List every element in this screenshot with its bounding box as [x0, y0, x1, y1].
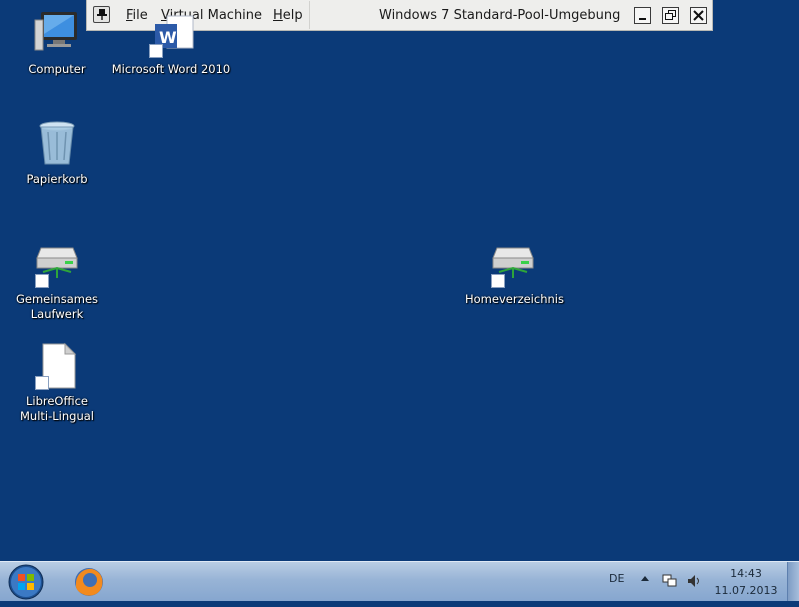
close-icon [693, 10, 704, 21]
desktop-icon-homeverzeichnis[interactable]: Homeverzeichnis [465, 240, 564, 307]
shortcut-arrow-icon [35, 376, 49, 390]
menu-help-label: elp [282, 8, 303, 23]
shortcut-arrow-icon [35, 274, 49, 288]
menu-help[interactable]: Help [273, 8, 303, 23]
start-button[interactable] [6, 563, 46, 603]
desktop-icon-computer[interactable]: Computer [9, 10, 105, 77]
desktop-icon-microsoft-word[interactable]: W Microsoft Word 2010 [112, 10, 230, 77]
desktop-icon-label: Gemeinsames Laufwerk [15, 292, 99, 321]
firefox-icon [75, 568, 103, 596]
menu-separator [309, 1, 310, 29]
desktop-icon-label: Homeverzeichnis [465, 292, 564, 306]
recycle-bin-icon [39, 121, 75, 165]
desktop-icon-papierkorb[interactable]: Papierkorb [9, 120, 105, 187]
desktop-icon-label: LibreOffice Multi-Lingual [20, 394, 94, 423]
volume-icon[interactable] [686, 573, 702, 589]
taskbar-firefox[interactable] [70, 564, 108, 600]
clock-date[interactable]: 11.07.2013 [706, 584, 786, 597]
computer-icon [34, 12, 77, 51]
menu-help-mnemonic: H [273, 8, 283, 23]
taskbar: DE 14:43 11.07.2013 [0, 561, 799, 601]
network-icon[interactable] [662, 573, 678, 589]
shortcut-arrow-icon [149, 44, 163, 58]
shortcut-arrow-icon [491, 274, 505, 288]
show-hidden-icons-icon[interactable] [640, 574, 650, 584]
desktop-icon-label: Microsoft Word 2010 [111, 62, 231, 76]
desktop-icon-libreoffice[interactable]: LibreOffice Multi-Lingual [9, 342, 105, 424]
close-button[interactable] [690, 7, 707, 24]
language-indicator[interactable]: DE [609, 572, 624, 585]
restore-button[interactable] [662, 7, 679, 24]
desktop-icon-label: Computer [28, 62, 86, 76]
minimize-icon [639, 18, 646, 20]
vm-title: Windows 7 Standard-Pool-Umgebung [379, 8, 621, 23]
desktop-icon-gemeinsames-laufwerk[interactable]: Gemeinsames Laufwerk [9, 240, 105, 322]
show-desktop-button[interactable] [787, 562, 799, 601]
windows-orb-icon [8, 564, 44, 600]
desktop-icon-label: Papierkorb [26, 172, 88, 186]
clock-time[interactable]: 14:43 [706, 567, 786, 580]
restore-icon [665, 10, 676, 20]
minimize-button[interactable] [634, 7, 651, 24]
